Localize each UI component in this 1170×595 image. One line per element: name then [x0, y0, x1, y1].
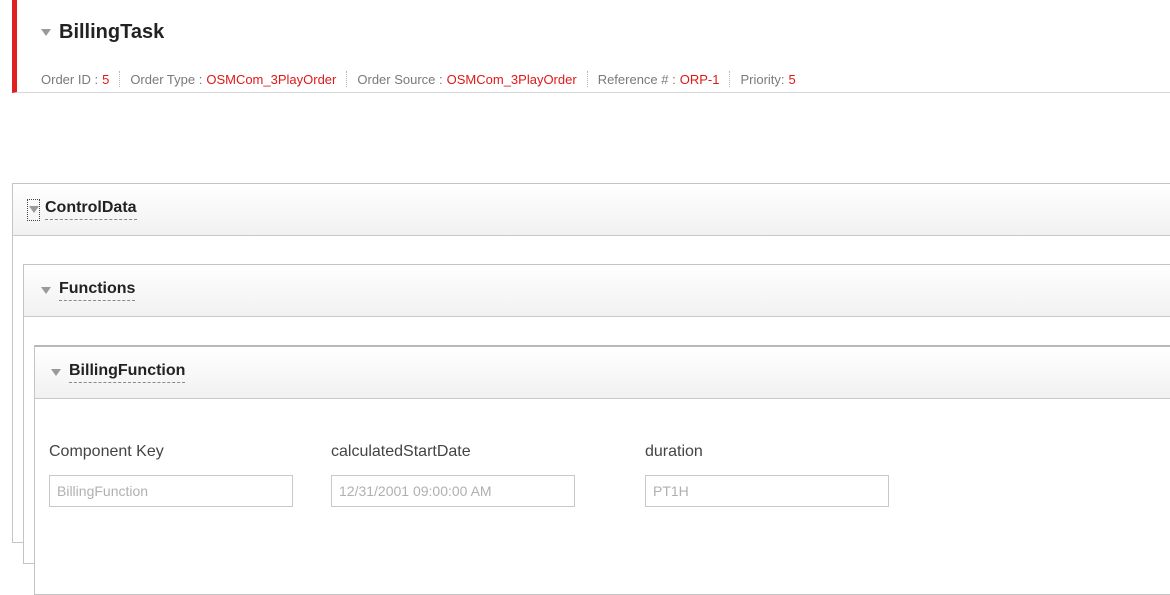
- info-separator: [119, 71, 121, 87]
- collapse-triangle-icon: [28, 206, 39, 213]
- control-data-title-wrap[interactable]: ControlData: [27, 184, 137, 235]
- info-separator: [586, 71, 588, 87]
- order-source-label: Order Source :: [357, 71, 443, 87]
- functions-title: Functions: [59, 280, 136, 301]
- order-source-info: Order Source : OSMCom_3PlayOrder: [357, 72, 576, 87]
- order-info-bar: Order ID : 5 Order Type : OSMCom_3PlayOr…: [41, 71, 796, 87]
- billing-function-header[interactable]: BillingFunction: [35, 347, 1170, 399]
- functions-panel: Functions BillingFunction Component Key …: [23, 264, 1170, 595]
- calculated-start-date-field: calculatedStartDate 12/31/2001 09:00:00 …: [331, 441, 575, 507]
- reference-info: Reference # : ORP-1: [598, 72, 720, 87]
- order-type-value: OSMCom_3PlayOrder: [206, 71, 337, 87]
- control-data-header[interactable]: ControlData: [13, 184, 1170, 236]
- info-separator: [346, 71, 348, 87]
- component-key-label: Component Key: [49, 443, 164, 460]
- functions-title-wrap[interactable]: Functions: [41, 265, 136, 316]
- control-data-title: ControlData: [45, 199, 137, 220]
- order-id-label: Order ID :: [41, 71, 99, 87]
- duration-label: duration: [645, 443, 703, 460]
- collapse-triangle-icon[interactable]: [41, 287, 51, 294]
- duration-input[interactable]: PT1H: [645, 475, 889, 507]
- task-title: BillingTask: [59, 20, 165, 43]
- collapse-triangle-icon[interactable]: [41, 28, 51, 36]
- priority-info: Priority: 5: [740, 72, 795, 87]
- calculated-start-date-input[interactable]: 12/31/2001 09:00:00 AM: [331, 475, 575, 507]
- functions-header[interactable]: Functions: [24, 265, 1170, 317]
- component-key-input[interactable]: BillingFunction: [49, 475, 293, 507]
- billing-function-title-wrap[interactable]: BillingFunction: [51, 347, 186, 398]
- info-separator: [729, 71, 731, 87]
- task-header: BillingTask Order ID : 5 Order Type : OS…: [12, 0, 1170, 93]
- duration-field: duration PT1H: [645, 441, 889, 507]
- order-type-info: Order Type : OSMCom_3PlayOrder: [130, 72, 336, 87]
- calculated-start-date-label: calculatedStartDate: [331, 443, 471, 460]
- priority-value: 5: [788, 71, 796, 87]
- component-key-field: Component Key BillingFunction: [49, 441, 293, 507]
- order-id-value: 5: [102, 71, 110, 87]
- billing-function-title: BillingFunction: [69, 362, 186, 383]
- priority-label: Priority:: [740, 71, 785, 87]
- billing-function-panel: BillingFunction Component Key BillingFun…: [34, 345, 1170, 595]
- control-data-panel: ControlData Functions BillingFunction Co…: [12, 183, 1170, 595]
- order-type-label: Order Type :: [130, 71, 203, 87]
- collapse-triangle-icon[interactable]: [51, 369, 61, 376]
- reference-label: Reference # :: [597, 71, 676, 87]
- collapse-toggle-icon[interactable]: [27, 198, 40, 221]
- task-title-row[interactable]: BillingTask: [41, 19, 164, 45]
- reference-value: ORP-1: [679, 71, 720, 87]
- order-id-info: Order ID : 5: [41, 72, 109, 87]
- order-source-value: OSMCom_3PlayOrder: [446, 71, 577, 87]
